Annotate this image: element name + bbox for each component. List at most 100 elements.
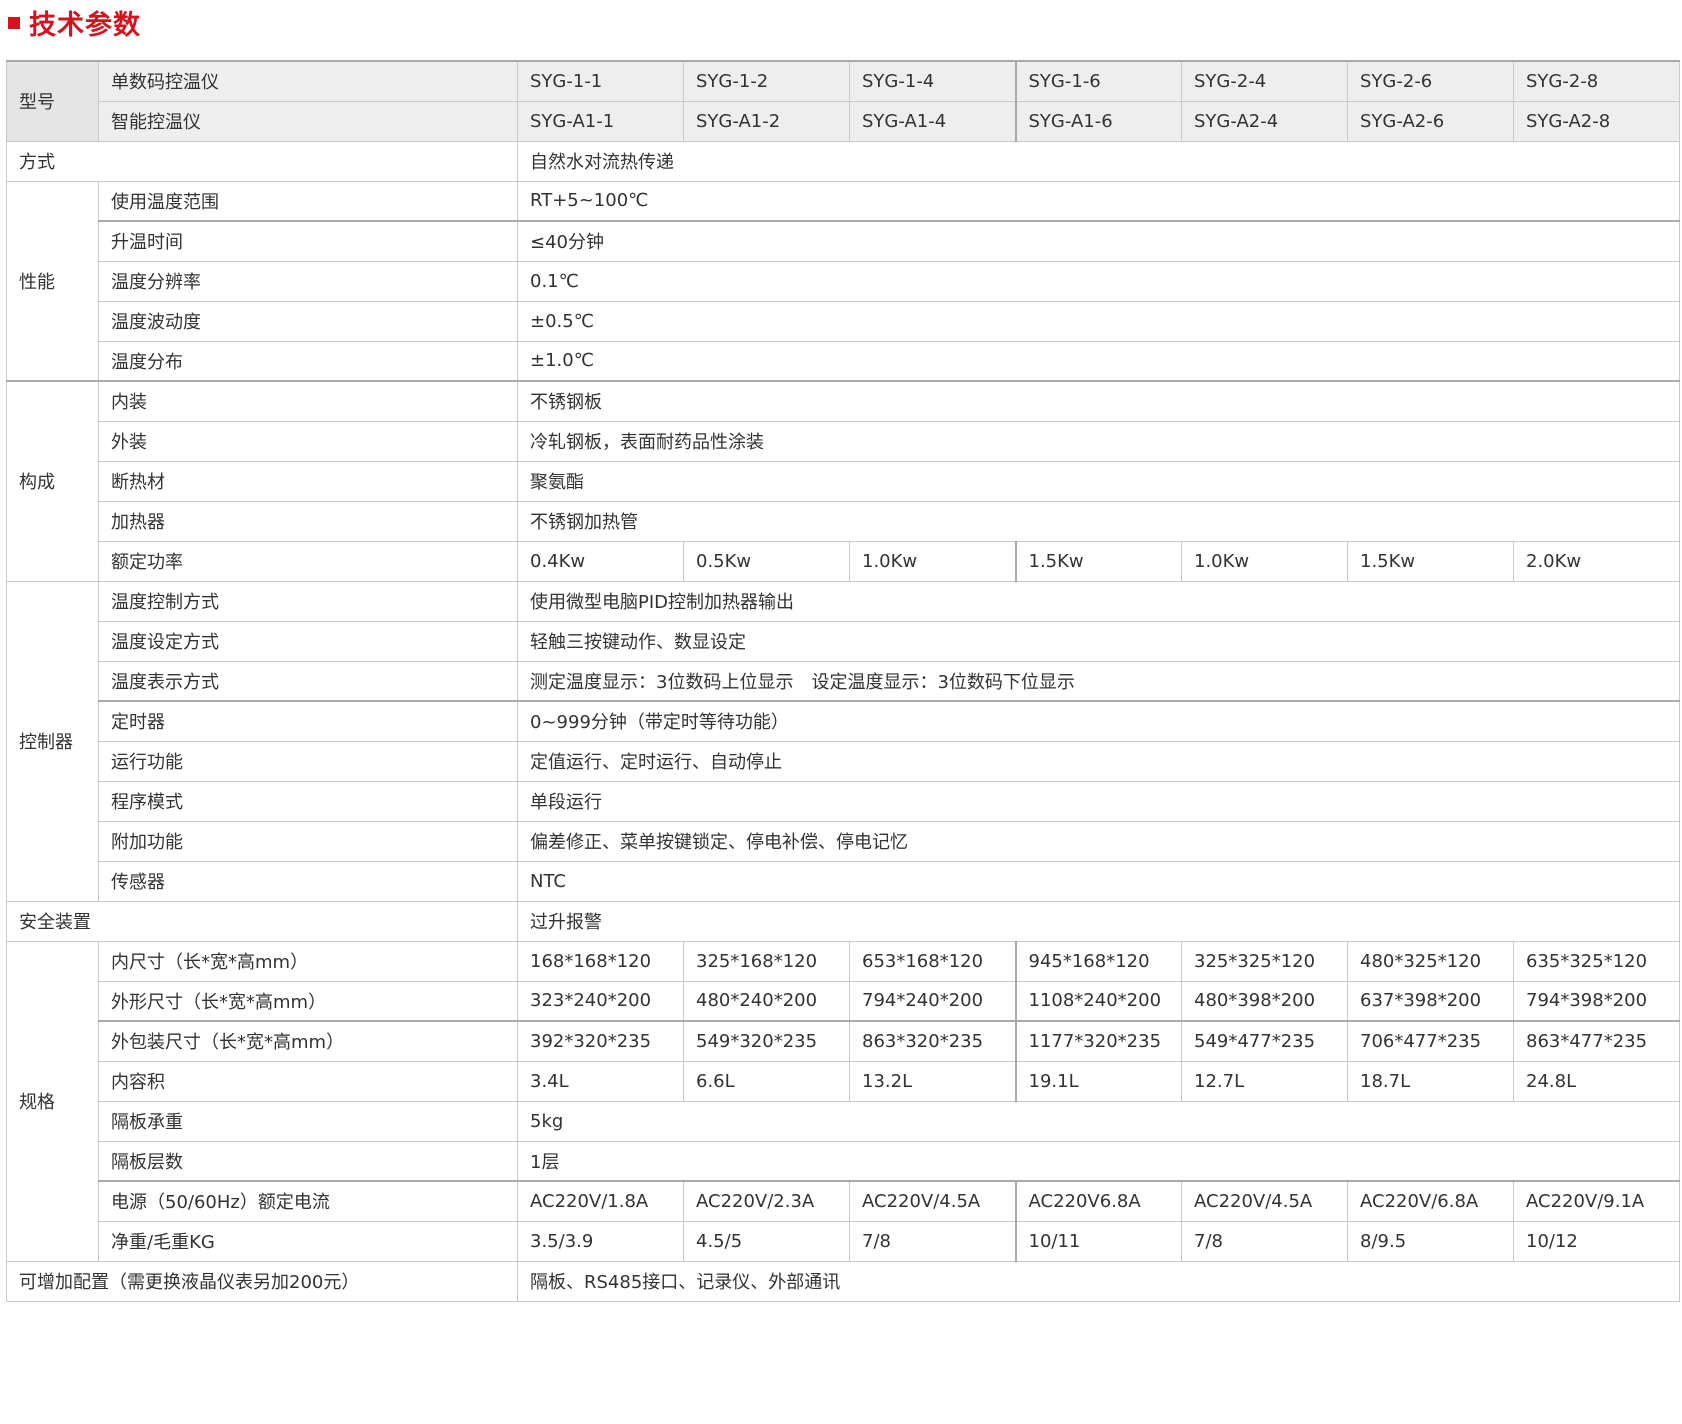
model-cell: SYG-1-4 <box>849 60 1016 102</box>
row-label: 传感器 <box>98 860 518 902</box>
value-cell: 不锈钢板 <box>517 380 1680 422</box>
value-cell: 冷轧钢板，表面耐药品性涂装 <box>517 420 1680 462</box>
row-label: 定时器 <box>98 700 518 742</box>
model-cell: SYG-1-6 <box>1014 60 1182 102</box>
row-label: 内装 <box>98 380 518 422</box>
package-size-row: 外包装尺寸（长*宽*高mm） 392*320*235 549*320*235 863*… <box>7 1020 1680 1062</box>
power-supply-cell: AC220V/4.5A <box>1181 1180 1348 1222</box>
inner-size-row: 规格 内尺寸（长*宽*高mm） 168*168*120 325*168*120 653*… <box>6 940 1680 1262</box>
model-cell: SYG-2-4 <box>1181 60 1348 102</box>
power-cell: 1.0Kw <box>849 540 1016 582</box>
model-cell: SYG-2-6 <box>1347 60 1514 102</box>
value-cell: 轻触三按键动作、数显设定 <box>517 620 1680 662</box>
size-cell: 480*240*200 <box>683 980 850 1022</box>
row-label: 温度波动度 <box>98 300 518 342</box>
value-cell: ±0.5℃ <box>517 300 1680 342</box>
value-cell: 不锈钢加热管 <box>517 500 1680 542</box>
volume-cell: 12.7L <box>1181 1060 1348 1102</box>
size-cell: 945*168*120 <box>1014 940 1182 982</box>
size-cell: 168*168*120 <box>517 940 684 982</box>
row-label: 升温时间 <box>98 220 518 262</box>
value-cell: 偏差修正、菜单按键锁定、停电补偿、停电记忆 <box>517 820 1680 862</box>
value-cell: 隔板、RS485接口、记录仪、外部通讯 <box>517 1260 1680 1302</box>
row-label: 外装 <box>98 420 518 462</box>
volume-row: 内容积 3.4L 6.6L 13.2L 19.1L 12.7L 18.7L 24.8L <box>7 1060 1680 1102</box>
size-cell: 1108*240*200 <box>1014 980 1182 1022</box>
weight-cell: 7/8 <box>1181 1220 1348 1262</box>
row-label: 额定功率 <box>98 540 518 582</box>
model-cell: SYG-A2-6 <box>1347 100 1514 142</box>
power-supply-cell: AC220V/1.8A <box>517 1180 684 1222</box>
row-label: 可增加配置（需更换液晶仪表另加200元） <box>6 1260 518 1302</box>
controller-row: 程序模式 单段运行 <box>7 780 1680 822</box>
size-cell: 480*325*120 <box>1347 940 1514 982</box>
row-label: 单数码控温仪 <box>98 60 518 102</box>
row-label: 外包装尺寸（长*宽*高mm） <box>98 1020 518 1062</box>
size-cell: 794*398*200 <box>1513 980 1680 1022</box>
model-cell: SYG-1-2 <box>683 60 850 102</box>
model-cell: SYG-A1-4 <box>849 100 1016 142</box>
value-cell: 0~999分钟（带定时等待功能） <box>517 700 1680 742</box>
row-label: 使用温度范围 <box>98 180 518 222</box>
construction-row: 断热材 聚氨酯 <box>7 460 1680 502</box>
title-square-icon <box>8 17 20 29</box>
row-label: 加热器 <box>98 500 518 542</box>
group-label-construction: 构成 <box>6 380 99 582</box>
value-cell: 5kg <box>517 1100 1680 1142</box>
performance-row: 升温时间 ≤40分钟 <box>7 220 1680 262</box>
row-label: 方式 <box>6 140 518 182</box>
volume-cell: 24.8L <box>1513 1060 1680 1102</box>
size-cell: 706*477*235 <box>1347 1020 1514 1062</box>
power-supply-cell: AC220V6.8A <box>1014 1180 1182 1222</box>
performance-row: 温度分布 ±1.0℃ <box>7 340 1680 382</box>
value-cell: 聚氨酯 <box>517 460 1680 502</box>
value-cell: 自然水对流热传递 <box>517 140 1680 182</box>
group-label-controller: 控制器 <box>6 580 99 902</box>
size-cell: 325*325*120 <box>1181 940 1348 982</box>
rated-power-row: 额定功率 0.4Kw 0.5Kw 1.0Kw 1.5Kw 1.0Kw 1.5Kw 2.0Kw <box>7 540 1680 582</box>
controller-row: 传感器 NTC <box>7 860 1680 902</box>
row-label: 程序模式 <box>98 780 518 822</box>
power-cell: 1.0Kw <box>1181 540 1348 582</box>
size-cell: 635*325*120 <box>1513 940 1680 982</box>
row-label: 断热材 <box>98 460 518 502</box>
weight-cell: 7/8 <box>849 1220 1016 1262</box>
outer-size-row: 外形尺寸（长*宽*高mm） 323*240*200 480*240*200 794*2… <box>7 980 1680 1022</box>
controller-row: 运行功能 定值运行、定时运行、自动停止 <box>7 740 1680 782</box>
size-cell: 480*398*200 <box>1181 980 1348 1022</box>
volume-cell: 18.7L <box>1347 1060 1514 1102</box>
row-label: 隔板层数 <box>98 1140 518 1182</box>
row-label: 隔板承重 <box>98 1100 518 1142</box>
method-row: 方式 自然水对流热传递 <box>6 140 1680 182</box>
model-cell: SYG-A2-8 <box>1513 100 1680 142</box>
row-label: 温度控制方式 <box>98 580 518 622</box>
value-cell: 定值运行、定时运行、自动停止 <box>517 740 1680 782</box>
value-cell: ≤40分钟 <box>517 220 1680 262</box>
value-cell: ±1.0℃ <box>517 340 1680 382</box>
row-label: 温度分布 <box>98 340 518 382</box>
row-label: 安全装置 <box>6 900 518 942</box>
row-label: 温度设定方式 <box>98 620 518 662</box>
section-title: 技术参数 <box>8 2 141 42</box>
row-label: 外形尺寸（长*宽*高mm） <box>98 980 518 1022</box>
options-row: 可增加配置（需更换液晶仪表另加200元） 隔板、RS485接口、记录仪、外部通讯 <box>6 1260 1680 1302</box>
size-cell: 653*168*120 <box>849 940 1016 982</box>
row-label: 内尺寸（长*宽*高mm） <box>98 940 518 982</box>
model-row-1: 型号 单数码控温仪 SYG-1-1 SYG-1-2 SYG-1-4 SYG-1-6 SYG-… <box>6 60 1680 142</box>
value-cell: NTC <box>517 860 1680 902</box>
model-cell: SYG-1-1 <box>517 60 684 102</box>
model-cell: SYG-A2-4 <box>1181 100 1348 142</box>
performance-row: 温度波动度 ±0.5℃ <box>7 300 1680 342</box>
size-cell: 549*477*235 <box>1181 1020 1348 1062</box>
controller-row: 附加功能 偏差修正、菜单按键锁定、停电补偿、停电记忆 <box>7 820 1680 862</box>
value-cell: 1层 <box>517 1140 1680 1182</box>
shelf-layers-row: 隔板层数 1层 <box>7 1140 1680 1182</box>
size-cell: 794*240*200 <box>849 980 1016 1022</box>
row-label: 附加功能 <box>98 820 518 862</box>
size-cell: 392*320*235 <box>517 1020 684 1062</box>
model-cell: SYG-A1-1 <box>517 100 684 142</box>
value-cell: 过升报警 <box>517 900 1680 942</box>
row-label: 内容积 <box>98 1060 518 1102</box>
value-cell: RT+5~100℃ <box>517 180 1680 222</box>
safety-row: 安全装置 过升报警 <box>6 900 1680 942</box>
